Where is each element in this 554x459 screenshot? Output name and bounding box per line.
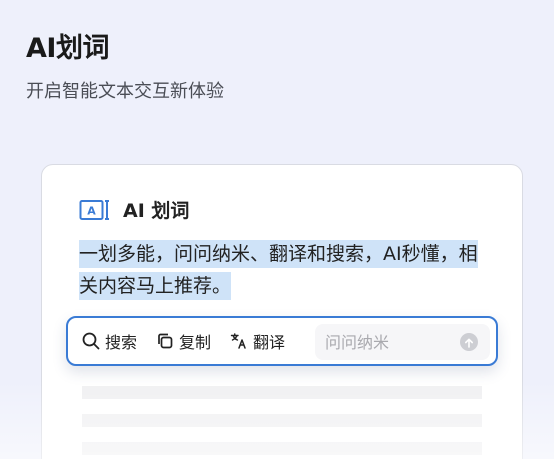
translate-icon xyxy=(230,332,253,350)
hero-title: AI划词 xyxy=(26,33,109,64)
copy-icon xyxy=(156,332,179,350)
ai-text-select-icon: A xyxy=(79,199,111,221)
copy-label: 复制 xyxy=(179,333,212,352)
selected-text-block[interactable]: 一划多能，问问纳米、翻译和搜索，AI秒懂，相关内容马上推荐。 xyxy=(79,238,489,302)
ask-input[interactable] xyxy=(315,325,450,359)
search-label: 搜索 xyxy=(105,333,138,352)
card-title: AI 划词 xyxy=(123,200,190,222)
send-button[interactable] xyxy=(460,333,478,351)
search-button[interactable]: 搜索 xyxy=(82,326,137,356)
hero-subtitle: 开启智能文本交互新体验 xyxy=(26,81,224,102)
copy-button[interactable]: 复制 xyxy=(156,326,211,356)
placeholder-line xyxy=(82,414,482,427)
page: AI划词 开启智能文本交互新体验 A AI 划词 一划多能，问问纳米、翻译和搜索… xyxy=(0,0,554,459)
translate-button[interactable]: 翻译 xyxy=(230,326,285,356)
send-arrow-up-icon xyxy=(464,333,474,352)
ask-box xyxy=(315,324,490,360)
selected-text[interactable]: 一划多能，问问纳米、翻译和搜索，AI秒懂，相关内容马上推荐。 xyxy=(79,240,478,300)
placeholder-line xyxy=(82,442,482,455)
translate-label: 翻译 xyxy=(253,333,286,352)
svg-text:A: A xyxy=(87,204,96,217)
search-icon xyxy=(82,332,105,350)
placeholder-line xyxy=(82,386,482,399)
selection-toolbar: 搜索 复制 翻译 xyxy=(66,316,498,366)
card-header: A AI 划词 xyxy=(79,196,189,223)
